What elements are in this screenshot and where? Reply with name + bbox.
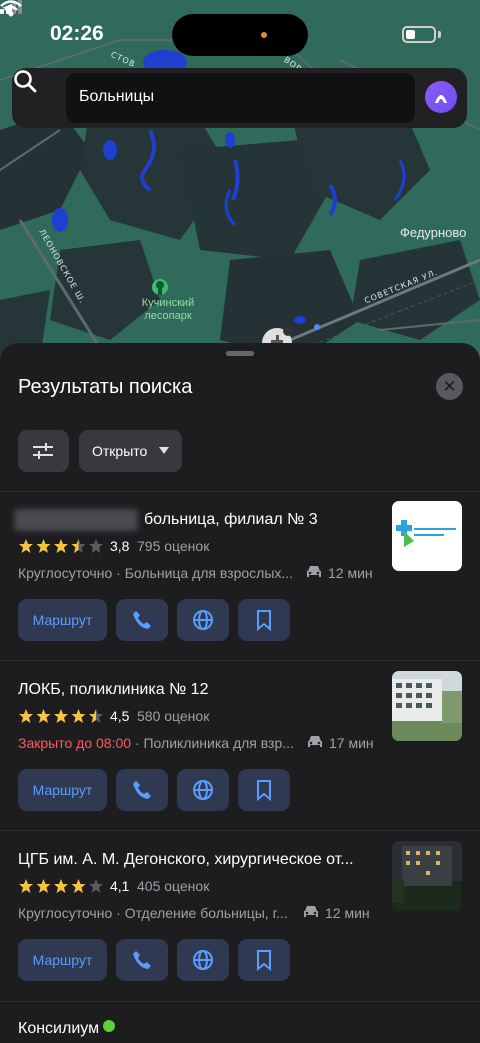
route-button[interactable]: Маршрут [18, 599, 107, 641]
globe-icon [193, 780, 213, 800]
verified-icon [103, 1020, 116, 1032]
open-now-filter[interactable]: Открыто [79, 430, 182, 472]
rating-value: 4,5 [110, 708, 130, 724]
result-title[interactable]: ЦГБ им. А. М. Дегонского, хирургическое … [18, 851, 354, 869]
reviews-count: 795 оценок [137, 538, 210, 554]
globe-icon [193, 610, 213, 630]
bookmark-button[interactable] [238, 599, 290, 641]
phone-icon [133, 781, 151, 799]
bookmark-button[interactable] [238, 769, 290, 811]
category: Отделение больницы, г... [124, 905, 288, 921]
car-icon [307, 566, 321, 577]
phone-icon [133, 951, 151, 969]
rating-value: 3,8 [110, 538, 130, 554]
drive-time: 12 мин [328, 565, 373, 581]
open-now-label: Открыто [92, 443, 148, 459]
rating-stars [19, 879, 103, 893]
rating-value: 4,1 [110, 878, 130, 894]
reviews-count: 580 оценок [137, 708, 210, 724]
reviews-count: 405 оценок [137, 878, 210, 894]
website-button[interactable] [177, 769, 229, 811]
category: Больница для взрослых... [124, 565, 294, 581]
result-meta: Круглосуточно · Больница для взрослых... [18, 565, 294, 581]
divider [0, 1001, 480, 1002]
result-meta: Круглосуточно · Отделение больницы, г... [18, 905, 288, 921]
result-thumbnail[interactable] [392, 501, 462, 571]
car-icon [308, 736, 322, 747]
battery-tip [438, 31, 441, 38]
blurred-name [14, 509, 138, 531]
clinic-photo [392, 671, 462, 741]
battery-icon [402, 26, 436, 43]
search-query: Больницы [79, 88, 155, 105]
rating-stars [19, 539, 103, 553]
hospital-night-photo [392, 841, 462, 911]
voice-assistant-button[interactable] [425, 81, 457, 113]
caret-down-icon [159, 447, 169, 454]
hours: Круглосуточно [18, 565, 113, 581]
map-view[interactable]: Кучинский лесопарк Федурново ЛЕОНОВСКОЕ Ш… [0, 0, 480, 380]
wifi-icon [0, 0, 22, 17]
route-button[interactable]: Маршрут [18, 769, 107, 811]
status-time: 02:26 [50, 22, 104, 45]
bookmark-icon [257, 950, 271, 971]
hours: Круглосуточно [18, 905, 113, 921]
dynamic-island [172, 14, 308, 56]
close-icon: ✕ [442, 377, 457, 396]
website-button[interactable] [177, 939, 229, 981]
rating-stars [19, 709, 103, 723]
result-thumbnail[interactable] [392, 671, 462, 741]
category: Поликлиника для взр... [143, 735, 294, 751]
privacy-indicator-icon [261, 32, 267, 38]
filters-button[interactable] [18, 430, 69, 472]
call-button[interactable] [116, 939, 168, 981]
call-button[interactable] [116, 599, 168, 641]
divider [0, 830, 480, 831]
drive-time: 17 мин [329, 735, 374, 751]
search-icon[interactable] [12, 68, 38, 94]
phone-icon [133, 611, 151, 629]
globe-icon [193, 950, 213, 970]
route-button[interactable]: Маршрут [18, 939, 107, 981]
result-title-row[interactable]: Консилиум [18, 1020, 116, 1038]
sheet-title: Результаты поиска [18, 376, 193, 398]
alice-icon [435, 95, 447, 103]
divider [0, 660, 480, 661]
search-input[interactable]: Больницы [66, 73, 415, 123]
hospital-logo [396, 520, 456, 547]
drive-time: 12 мин [325, 905, 370, 921]
filter-sliders-icon [33, 443, 53, 459]
result-title[interactable]: ЛОКБ, поликлиника № 12 [18, 681, 208, 699]
bookmark-icon [257, 780, 271, 801]
call-button[interactable] [116, 769, 168, 811]
hours-closed: Закрыто до 08:00 [18, 735, 132, 751]
park-label[interactable]: Кучинский лесопарк [133, 297, 203, 323]
result-meta: Закрыто до 08:00 · Поликлиника для взр..… [18, 735, 294, 751]
website-button[interactable] [177, 599, 229, 641]
result-thumbnail[interactable] [392, 841, 462, 911]
result-title[interactable]: больница, филиал № 3 [144, 511, 318, 529]
bookmark-button[interactable] [238, 939, 290, 981]
map-graphics [0, 39, 480, 380]
search-bar: Больницы [12, 68, 467, 128]
result-title: Консилиум [18, 1020, 100, 1037]
divider [0, 491, 480, 492]
village-label[interactable]: Федурново [400, 225, 466, 240]
car-icon [304, 906, 318, 917]
results-sheet: Результаты поиска ✕ Открыто больница, фи… [0, 343, 480, 1043]
bookmark-icon [257, 610, 271, 631]
close-button[interactable]: ✕ [436, 373, 463, 400]
sheet-drag-handle[interactable] [226, 351, 254, 356]
